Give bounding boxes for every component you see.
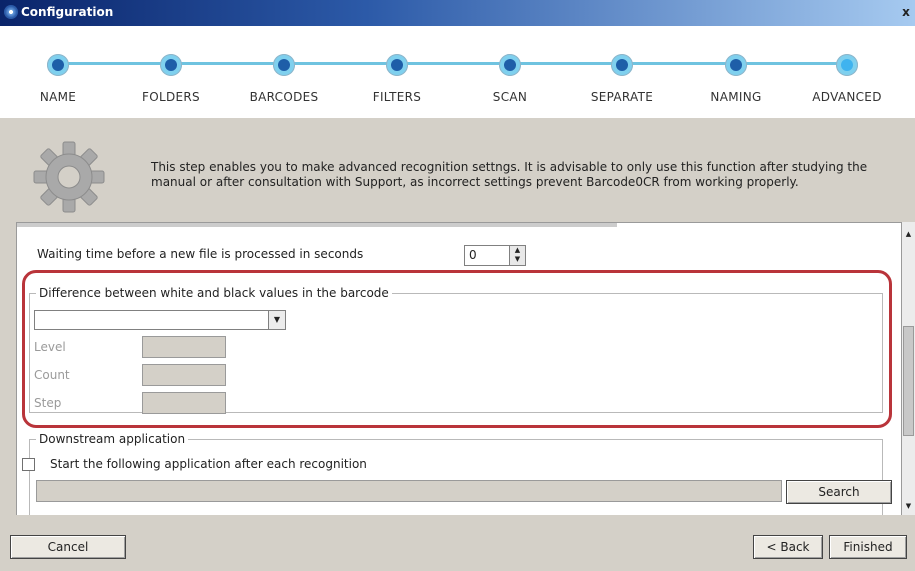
step-dot-icon xyxy=(499,54,521,76)
waiting-time-spinner[interactable]: 0 ▲ ▼ xyxy=(464,245,526,266)
spinner-arrows-icon[interactable]: ▲ ▼ xyxy=(509,246,525,265)
start-app-label: Start the following application after ea… xyxy=(50,457,367,471)
step-dot-icon xyxy=(160,54,182,76)
downstream-group: Downstream application xyxy=(29,432,883,516)
step-label: FILTERS xyxy=(372,90,422,104)
step-dot-icon xyxy=(611,54,633,76)
step-dot-icon xyxy=(273,54,295,76)
step-dot-icon xyxy=(47,54,69,76)
clipped-text-row xyxy=(17,223,617,227)
vertical-scrollbar[interactable]: ▲ ▼ xyxy=(902,222,915,515)
step-dot-icon xyxy=(725,54,747,76)
search-button[interactable]: Search xyxy=(786,480,892,504)
info-text: This step enables you to make advanced r… xyxy=(151,160,868,189)
step-dot-icon xyxy=(836,54,858,76)
close-icon[interactable]: x xyxy=(899,4,913,20)
highlight-outline xyxy=(22,270,892,428)
start-app-checkbox[interactable] xyxy=(22,458,35,471)
finish-button[interactable]: Finished xyxy=(829,535,907,559)
title-bar: Configuration x xyxy=(0,0,915,26)
step-label: ADVANCED xyxy=(812,90,882,104)
scroll-up-icon[interactable]: ▲ xyxy=(903,230,914,238)
waiting-time-value: 0 xyxy=(469,248,477,262)
window-title: Configuration xyxy=(21,5,114,19)
step-label: SCAN xyxy=(492,90,528,104)
scroll-thumb[interactable] xyxy=(903,326,914,436)
step-label: SEPARATE xyxy=(590,90,654,104)
step-label: NAME xyxy=(39,90,77,104)
wizard-steps: NAME FOLDERS BARCODES FILTERS SCAN SEPAR… xyxy=(0,26,915,118)
back-button[interactable]: < Back xyxy=(753,535,823,559)
footer-bar: Cancel < Back Finished xyxy=(0,515,915,571)
info-panel: This step enables you to make advanced r… xyxy=(0,118,915,222)
step-dot-icon xyxy=(386,54,408,76)
app-icon xyxy=(4,5,18,19)
scroll-down-icon[interactable]: ▼ xyxy=(903,502,914,510)
step-label: NAMING xyxy=(710,90,762,104)
downstream-group-title: Downstream application xyxy=(36,432,189,446)
step-label: FOLDERS xyxy=(142,90,200,104)
waiting-time-label: Waiting time before a new file is proces… xyxy=(37,247,364,261)
cancel-button[interactable]: Cancel xyxy=(10,535,126,559)
gear-icon xyxy=(33,141,105,213)
application-path-field[interactable] xyxy=(36,480,782,502)
step-label: BARCODES xyxy=(249,90,319,104)
